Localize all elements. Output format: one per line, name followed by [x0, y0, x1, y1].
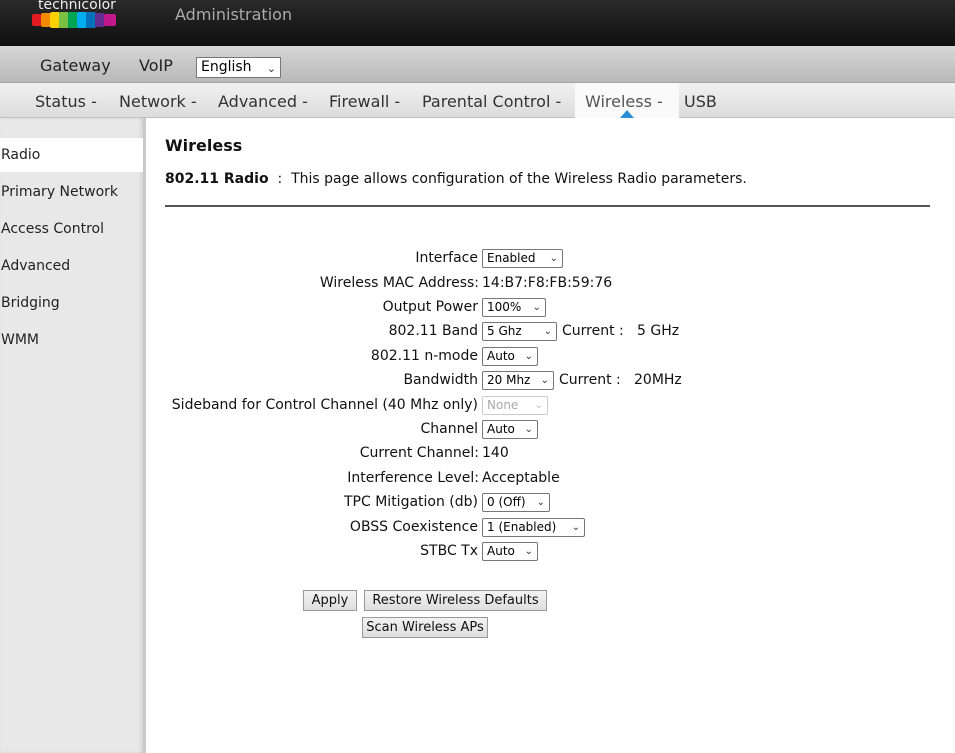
sidebar-item-primary-network[interactable]: Primary Network [0, 175, 143, 209]
field-current-channel: Current Channel: 140 [0, 443, 955, 465]
top-header: technicolor Administration [0, 0, 955, 46]
field-channel: Channel Auto ⌄ [0, 419, 955, 441]
chevron-down-icon: ⌄ [532, 302, 541, 313]
page-header-title: Administration [175, 5, 293, 24]
page-description: 802.11 Radio : This page allows configur… [165, 171, 747, 187]
tab-status[interactable]: Status - [35, 92, 97, 111]
field-bandwidth: Bandwidth 20 Mhz ⌄ Current : 20MHz [0, 370, 955, 392]
band-select[interactable]: 5 Ghz ⌄ [482, 322, 557, 341]
language-select[interactable]: English ⌄ [196, 57, 281, 78]
divider [165, 205, 930, 207]
bandwidth-select-value: 20 Mhz [487, 373, 531, 387]
bandwidth-label: Bandwidth [403, 372, 478, 388]
chevron-down-icon: ⌄ [540, 375, 549, 386]
channel-select[interactable]: Auto ⌄ [482, 420, 538, 439]
sidebar-item-radio[interactable]: Radio [0, 138, 143, 172]
field-stbc: STBC Tx Auto ⌄ [0, 541, 955, 563]
channel-label: Channel [420, 421, 478, 437]
restore-defaults-button[interactable]: Restore Wireless Defaults [364, 590, 547, 611]
output-power-label: Output Power [382, 299, 478, 315]
chevron-down-icon: ⌄ [536, 497, 545, 508]
chevron-down-icon: ⌄ [549, 253, 558, 264]
interference-value: Acceptable [482, 470, 560, 486]
chevron-down-icon: ⌄ [524, 546, 533, 557]
description-separator: : [277, 171, 283, 187]
field-tpc: TPC Mitigation (db) 0 (Off) ⌄ [0, 492, 955, 514]
tab-parental-control[interactable]: Parental Control - [422, 92, 561, 111]
mac-value: 14:B7:F8:FB:59:76 [482, 275, 613, 291]
interface-select[interactable]: Enabled ⌄ [482, 249, 563, 268]
stbc-label: STBC Tx [420, 543, 478, 559]
bandwidth-current-label: Current : [559, 372, 621, 388]
language-select-value: English [201, 59, 252, 75]
description-text: This page allows configuration of the Wi… [291, 171, 747, 187]
output-power-select-value: 100% [487, 300, 522, 314]
secondary-nav: Status - Network - Advanced - Firewall -… [0, 83, 955, 118]
tab-network[interactable]: Network - [119, 92, 197, 111]
description-label: 802.11 Radio [165, 171, 269, 187]
bandwidth-select[interactable]: 20 Mhz ⌄ [482, 371, 554, 390]
tpc-select[interactable]: 0 (Off) ⌄ [482, 493, 550, 512]
scan-aps-button[interactable]: Scan Wireless APs [362, 617, 488, 638]
field-mac: Wireless MAC Address: 14:B7:F8:FB:59:76 [0, 273, 955, 295]
nmode-select[interactable]: Auto ⌄ [482, 347, 538, 366]
band-current-label: Current : [562, 323, 624, 339]
nmode-label: 802.11 n-mode [370, 348, 478, 364]
interference-label: Interference Level: [347, 470, 479, 486]
interface-select-value: Enabled [487, 251, 536, 265]
current-channel-value: 140 [482, 445, 509, 461]
stbc-select-value: Auto [487, 544, 515, 558]
tab-wireless[interactable]: Wireless - [585, 92, 663, 111]
band-current-value: 5 GHz [637, 323, 680, 339]
interface-label: Interface [415, 250, 478, 266]
apply-button[interactable]: Apply [303, 590, 357, 611]
stbc-select[interactable]: Auto ⌄ [482, 542, 538, 561]
nav-voip[interactable]: VoIP [139, 56, 173, 75]
field-interference: Interference Level: Acceptable [0, 468, 955, 490]
band-select-value: 5 Ghz [487, 324, 522, 338]
chevron-down-icon: ⌄ [524, 424, 533, 435]
sideband-label: Sideband for Control Channel (40 Mhz onl… [171, 397, 478, 413]
current-channel-label: Current Channel: [359, 445, 479, 461]
chevron-down-icon: ⌄ [266, 62, 276, 75]
chevron-down-icon: ⌄ [524, 351, 533, 362]
page-title: Wireless [165, 136, 243, 155]
output-power-select[interactable]: 100% ⌄ [482, 298, 546, 317]
field-interface: Interface Enabled ⌄ [0, 248, 955, 270]
obss-select-value: 1 (Enabled) [487, 520, 557, 534]
field-sideband: Sideband for Control Channel (40 Mhz onl… [0, 395, 955, 417]
field-obss: OBSS Coexistence 1 (Enabled) ⌄ [0, 517, 955, 539]
field-output-power: Output Power 100% ⌄ [0, 297, 955, 319]
mac-label: Wireless MAC Address: [319, 275, 479, 291]
tpc-select-value: 0 (Off) [487, 495, 526, 509]
tab-usb[interactable]: USB [684, 92, 717, 111]
tab-firewall[interactable]: Firewall - [329, 92, 400, 111]
nav-gateway[interactable]: Gateway [40, 56, 111, 75]
chevron-down-icon: ⌄ [571, 522, 580, 533]
sideband-select: None ⌄ [482, 396, 548, 415]
bandwidth-current-value: 20MHz [634, 372, 682, 388]
channel-select-value: Auto [487, 422, 515, 436]
primary-nav: Gateway VoIP English ⌄ [0, 46, 955, 83]
technicolor-logo-icon [32, 12, 116, 28]
field-band: 802.11 Band 5 Ghz ⌄ Current : 5 GHz [0, 321, 955, 343]
nmode-select-value: Auto [487, 349, 515, 363]
chevron-down-icon: ⌄ [543, 326, 552, 337]
sidebar-item-access-control[interactable]: Access Control [0, 212, 143, 246]
tpc-label: TPC Mitigation (db) [344, 494, 478, 510]
obss-select[interactable]: 1 (Enabled) ⌄ [482, 518, 585, 537]
chevron-down-icon: ⌄ [534, 400, 543, 411]
obss-label: OBSS Coexistence [349, 519, 478, 535]
field-nmode: 802.11 n-mode Auto ⌄ [0, 346, 955, 368]
tab-advanced[interactable]: Advanced - [218, 92, 308, 111]
band-label: 802.11 Band [388, 323, 478, 339]
sideband-select-value: None [487, 398, 519, 412]
active-tab-arrow-icon [620, 110, 634, 118]
